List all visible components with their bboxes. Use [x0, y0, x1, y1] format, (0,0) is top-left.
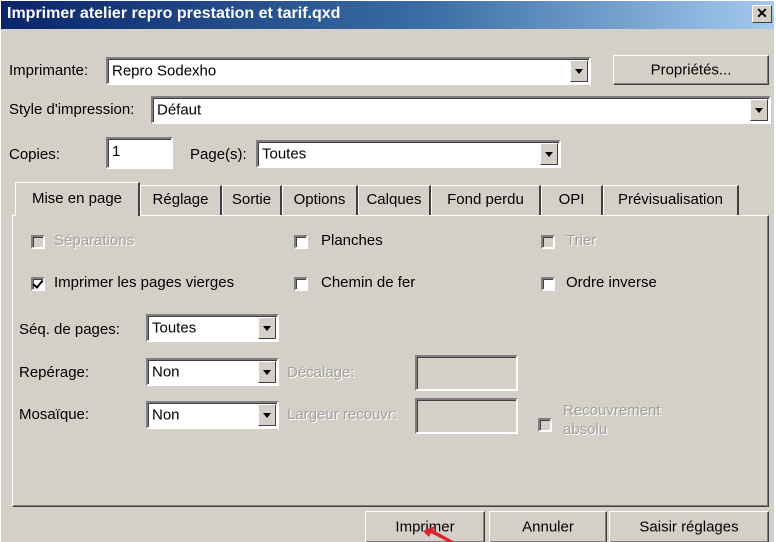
- chevron-down-icon[interactable]: [540, 143, 558, 165]
- mise-en-page-panel: [12, 215, 769, 507]
- copies-label: Copies:: [9, 146, 60, 163]
- chevron-down-icon[interactable]: [570, 60, 588, 82]
- blank-pages-label: Imprimer les pages vierges: [54, 274, 235, 291]
- ordre-inverse-checkbox[interactable]: [541, 277, 555, 291]
- chevron-down-icon[interactable]: [258, 404, 276, 426]
- chemin-de-fer-checkbox[interactable]: [294, 277, 308, 291]
- planches-label: Planches: [321, 232, 383, 249]
- largeur-recouvr-label: Largeur recouvr:: [287, 406, 398, 423]
- decalage-label: Décalage:: [287, 364, 355, 381]
- properties-button-label: Propriétés...: [650, 61, 732, 79]
- print-style-value: Défaut: [157, 101, 202, 119]
- copies-value: 1: [112, 143, 121, 160]
- tab-fond-perdu[interactable]: Fond perdu: [431, 185, 541, 215]
- capture-settings-button[interactable]: Saisir réglages: [609, 511, 769, 542]
- pages-select[interactable]: Toutes: [256, 140, 561, 168]
- mouse-pointer-icon: [423, 526, 455, 542]
- close-button[interactable]: ✕: [752, 5, 772, 23]
- page-sequence-select[interactable]: Toutes: [146, 314, 279, 342]
- tab-options[interactable]: Options: [282, 185, 358, 215]
- reperage-label: Repérage:: [19, 364, 90, 381]
- mosaique-value: Non: [152, 406, 180, 424]
- recouvrement-absolu-label-line2: absolu: [563, 421, 608, 438]
- copies-input[interactable]: 1: [106, 137, 173, 169]
- mosaique-label: Mosaïque:: [19, 406, 90, 423]
- chevron-down-icon[interactable]: [258, 317, 276, 339]
- largeur-recouvr-input[interactable]: [415, 398, 518, 434]
- window-title: Imprimer atelier repro prestation et tar…: [7, 5, 341, 22]
- pages-value: Toutes: [262, 145, 307, 163]
- tab-sortie[interactable]: Sortie: [222, 185, 282, 215]
- pages-label: Page(s):: [190, 146, 247, 163]
- chemin-de-fer-label: Chemin de fer: [321, 274, 416, 291]
- tab-opi[interactable]: OPI: [541, 185, 603, 215]
- print-style-select[interactable]: Défaut: [151, 96, 771, 124]
- cancel-button[interactable]: Annuler: [489, 511, 607, 542]
- separations-checkbox[interactable]: [31, 235, 45, 249]
- print-dialog: Imprimer atelier repro prestation et tar…: [0, 0, 774, 542]
- planches-checkbox[interactable]: [294, 235, 308, 249]
- page-sequence-value: Toutes: [152, 319, 197, 337]
- printer-value: Repro Sodexho: [112, 62, 217, 80]
- properties-button[interactable]: Propriétés...: [613, 55, 769, 85]
- recouvrement-absolu-checkbox[interactable]: [538, 418, 552, 432]
- trier-checkbox[interactable]: [541, 235, 555, 249]
- mosaique-select[interactable]: Non: [146, 401, 279, 429]
- chevron-down-icon[interactable]: [258, 361, 276, 383]
- chevron-down-icon[interactable]: [750, 99, 768, 121]
- title-bar[interactable]: Imprimer atelier repro prestation et tar…: [1, 1, 774, 29]
- tab-mise-en-page[interactable]: Mise en page: [15, 182, 140, 216]
- decalage-input[interactable]: [415, 355, 518, 391]
- reperage-select[interactable]: Non: [146, 358, 279, 386]
- ordre-inverse-label: Ordre inverse: [566, 274, 657, 291]
- tab-previsualisation[interactable]: Prévisualisation: [603, 185, 739, 215]
- printer-select[interactable]: Repro Sodexho: [106, 57, 591, 85]
- page-sequence-label: Séq. de pages:: [19, 321, 120, 338]
- reperage-value: Non: [152, 363, 180, 381]
- style-label: Style d'impression:: [9, 101, 135, 118]
- trier-label: Trier: [566, 232, 597, 249]
- separations-label: Séparations: [54, 232, 135, 249]
- capture-settings-button-label: Saisir réglages: [639, 518, 739, 536]
- blank-pages-checkbox[interactable]: [31, 277, 45, 291]
- close-icon: ✕: [756, 5, 768, 21]
- tab-calques[interactable]: Calques: [358, 185, 431, 215]
- recouvrement-absolu-label-line1: Recouvrement: [563, 402, 661, 419]
- tab-reglage[interactable]: Réglage: [140, 185, 222, 215]
- cancel-button-label: Annuler: [522, 518, 574, 536]
- printer-label: Imprimante:: [9, 62, 89, 79]
